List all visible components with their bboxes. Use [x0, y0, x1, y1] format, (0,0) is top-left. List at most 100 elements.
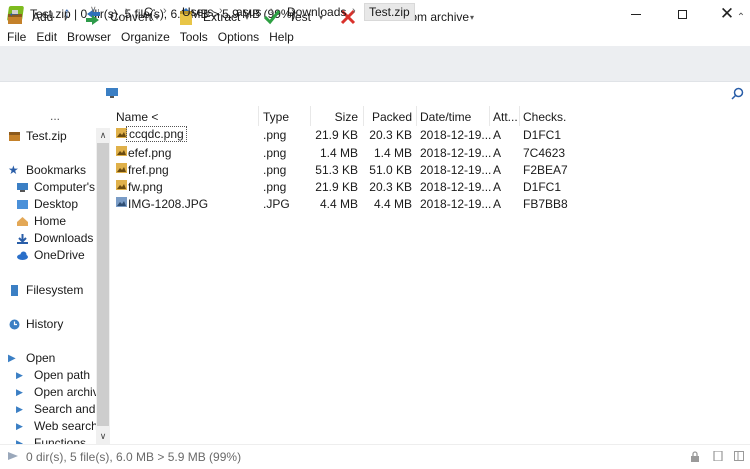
- table-row[interactable]: ccqdc.png .png 21.9 KB 20.3 KB 2018-12-1…: [112, 126, 572, 143]
- menu-browser[interactable]: Browser: [62, 30, 116, 44]
- layout-icon[interactable]: [734, 451, 744, 461]
- sidebar-item-downloads[interactable]: Downloads: [16, 230, 93, 246]
- arrow-right-icon: ▶: [16, 420, 23, 431]
- sidebar-item-web-search[interactable]: ▶ Web search: [16, 418, 98, 434]
- sidebar-header-history[interactable]: History: [8, 316, 63, 332]
- sidebar-functions-label: Functions: [34, 436, 87, 444]
- menu-organize[interactable]: Organize: [116, 30, 175, 44]
- image-file-icon: [116, 163, 127, 173]
- up-arrow-icon[interactable]: ↑: [58, 4, 76, 20]
- sidebar-header-filesystem[interactable]: Filesystem: [8, 282, 83, 298]
- table-row[interactable]: efef.png .png 1.4 MB 1.4 MB 2018-12-19..…: [112, 144, 572, 161]
- sidebar-scroll-thumb[interactable]: [97, 143, 109, 426]
- column-divider[interactable]: [416, 106, 417, 126]
- scroll-down-icon[interactable]: ∨: [96, 429, 110, 443]
- file-type: .JPG: [263, 197, 290, 211]
- crumb-separator: ›: [352, 5, 356, 17]
- status-arrow-icon[interactable]: [8, 452, 18, 460]
- table-row[interactable]: fw.png .png 21.9 KB 20.3 KB 2018-12-19..…: [112, 178, 572, 195]
- file-packed: 4.4 MB: [373, 197, 412, 211]
- file-size: 51.3 KB: [315, 163, 358, 177]
- cloud-icon: [17, 251, 28, 260]
- sidebar-header-bookmarks[interactable]: ★ Bookmarks: [8, 162, 86, 178]
- maximize-icon[interactable]: [659, 0, 705, 28]
- expand-arrow-icon: ▶: [8, 352, 16, 364]
- delete-dropdown-icon[interactable]: ▾: [465, 5, 479, 29]
- file-size: 4.4 MB: [319, 197, 358, 211]
- download-icon: [17, 233, 28, 244]
- sidebar-filesystem-label: Filesystem: [26, 283, 84, 297]
- desktop-icon: [17, 199, 28, 209]
- sidebar-item-search[interactable]: ▶ Search and d: [16, 401, 105, 417]
- column-attributes[interactable]: Att...: [493, 110, 519, 124]
- sidebar-item-archive[interactable]: Test.zip: [8, 128, 67, 144]
- menu-help[interactable]: Help: [264, 30, 299, 44]
- sidebar-item-desktop[interactable]: Desktop: [16, 196, 78, 212]
- search-icon[interactable]: [731, 87, 744, 100]
- arrow-right-icon: ▶: [16, 403, 23, 414]
- sidebar-more[interactable]: ...: [50, 108, 60, 124]
- arrow-right-icon: ▶: [16, 369, 23, 380]
- crumb-users[interactable]: Users: [182, 5, 213, 19]
- menu-tools[interactable]: Tools: [175, 30, 213, 44]
- menu-options[interactable]: Options: [213, 30, 264, 44]
- computer-icon[interactable]: [105, 87, 119, 99]
- scroll-up-icon[interactable]: ∧: [96, 128, 110, 142]
- column-checksum[interactable]: Checks...: [523, 110, 567, 124]
- column-divider[interactable]: [489, 106, 490, 126]
- column-size[interactable]: Size: [311, 110, 358, 124]
- minimize-icon[interactable]: [613, 0, 659, 28]
- crumb-asus[interactable]: asus: [236, 5, 261, 19]
- crumb-drive[interactable]: C:: [144, 5, 156, 19]
- table-row[interactable]: fref.png .png 51.3 KB 51.0 KB 2018-12-19…: [112, 161, 572, 178]
- sidebar-item-functions[interactable]: ▶ Functions: [16, 435, 86, 444]
- chevron-down-icon[interactable]: ∨: [90, 4, 97, 15]
- column-name[interactable]: Name <: [116, 110, 158, 124]
- file-name[interactable]: fw.png: [128, 180, 163, 194]
- column-type[interactable]: Type: [263, 110, 289, 124]
- file-name[interactable]: fref.png: [128, 163, 169, 177]
- file-attr: A: [493, 128, 502, 142]
- column-datetime[interactable]: Date/time: [420, 110, 471, 124]
- file-checksum: D1FC1: [523, 128, 562, 142]
- photo-file-icon: [116, 197, 127, 207]
- document-icon[interactable]: [713, 451, 723, 461]
- file-type: .png: [263, 146, 287, 160]
- crumb-separator: ›: [163, 5, 167, 17]
- sidebar-bookmarks-label: Bookmarks: [26, 163, 87, 177]
- file-type: .png: [263, 128, 287, 142]
- sidebar-item-open-path[interactable]: ▶ Open path: [16, 367, 90, 383]
- crumb-downloads[interactable]: Downloads: [287, 5, 346, 19]
- sidebar-open-archive-label: Open archive: [34, 385, 106, 399]
- menu-edit[interactable]: Edit: [31, 30, 62, 44]
- file-date: 2018-12-19...: [420, 128, 492, 142]
- column-divider[interactable]: [258, 106, 259, 126]
- menu-file[interactable]: File: [2, 30, 31, 44]
- file-date: 2018-12-19...: [420, 197, 492, 211]
- image-file-icon: [116, 128, 127, 138]
- sidebar-item-open-archive[interactable]: ▶ Open archive: [16, 384, 105, 400]
- sidebar-item-onedrive[interactable]: OneDrive: [16, 247, 85, 263]
- column-packed[interactable]: Packed: [364, 110, 412, 124]
- file-name[interactable]: efef.png: [128, 146, 171, 160]
- lock-icon[interactable]: [690, 451, 700, 462]
- back-arrow-icon[interactable]: ←: [5, 4, 23, 20]
- sidebar-item-home[interactable]: Home: [16, 213, 66, 229]
- file-name[interactable]: ccqdc.png: [126, 126, 187, 142]
- crumb-current-archive[interactable]: Test.zip: [364, 3, 415, 21]
- forward-arrow-icon[interactable]: →: [31, 4, 49, 20]
- sidebar-onedrive-label: OneDrive: [34, 248, 85, 262]
- file-checksum: D1FC1: [523, 180, 562, 194]
- file-attr: A: [493, 163, 502, 177]
- file-checksum: FB7BB8: [523, 197, 568, 211]
- sidebar-header-open[interactable]: ▶ Open: [8, 350, 55, 366]
- sidebar-item-computer[interactable]: Computer's r: [16, 179, 102, 195]
- file-packed: 51.0 KB: [369, 163, 412, 177]
- table-row[interactable]: IMG-1208.JPG .JPG 4.4 MB 4.4 MB 2018-12-…: [112, 195, 572, 212]
- archive-icon: [9, 131, 20, 141]
- column-divider[interactable]: [519, 106, 520, 126]
- toolbar-overflow-icon[interactable]: ⌃: [734, 5, 748, 29]
- home-icon: [17, 216, 28, 226]
- file-date: 2018-12-19...: [420, 163, 492, 177]
- file-name[interactable]: IMG-1208.JPG: [128, 197, 208, 211]
